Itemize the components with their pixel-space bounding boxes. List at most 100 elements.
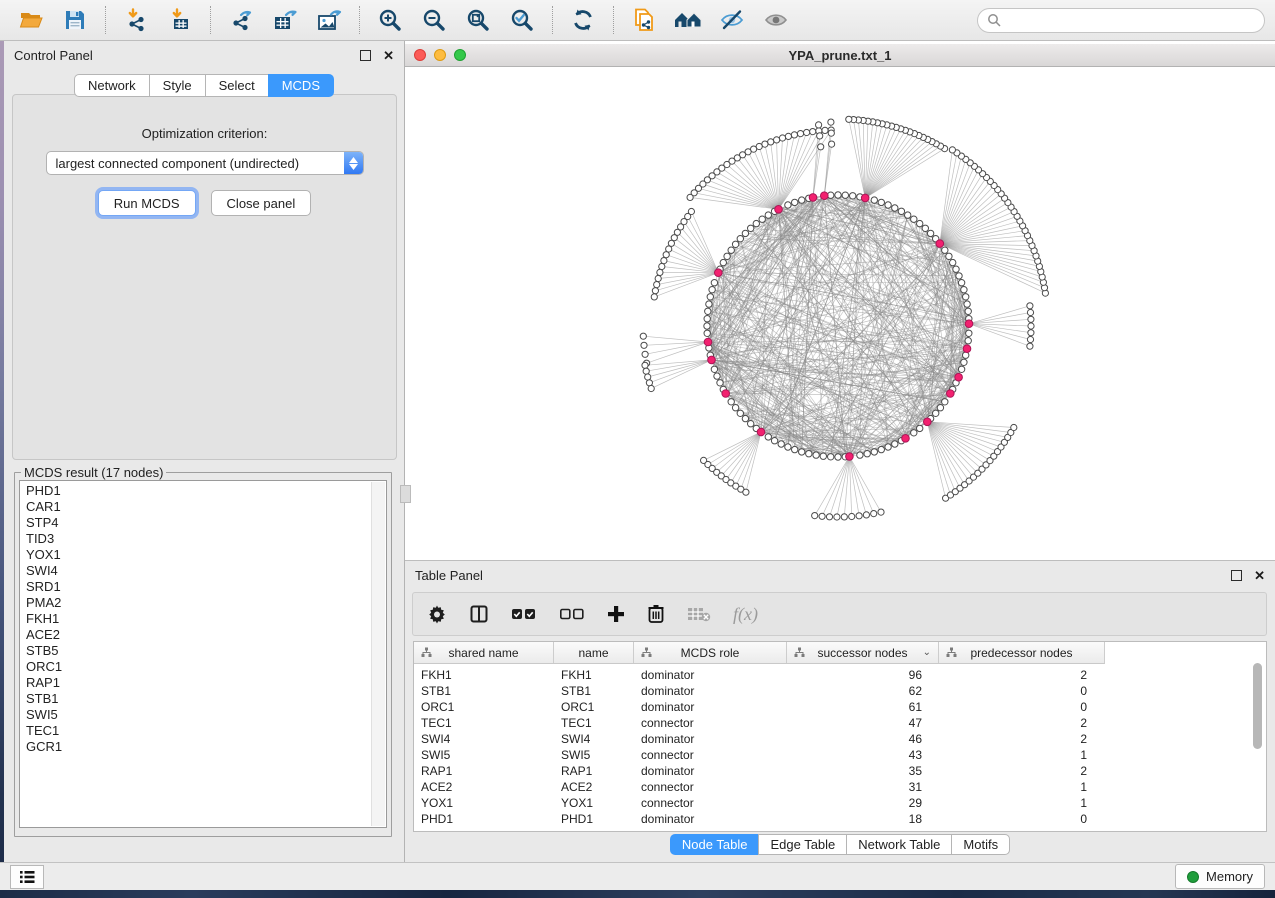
delete-row-icon[interactable] [647, 604, 665, 624]
table-scrollbar[interactable] [1252, 663, 1264, 829]
zoom-in-icon[interactable] [369, 4, 411, 36]
result-item[interactable]: TID3 [26, 531, 386, 547]
window-close-icon[interactable] [414, 49, 426, 61]
run-mcds-button[interactable]: Run MCDS [98, 190, 196, 216]
refresh-layout-icon[interactable] [562, 4, 604, 36]
result-item[interactable]: SWI5 [26, 707, 386, 723]
result-item[interactable]: STB5 [26, 643, 386, 659]
double-house-icon[interactable] [667, 4, 709, 36]
show-eye-icon[interactable] [755, 4, 797, 36]
close-panel-button[interactable]: Close panel [211, 190, 312, 216]
result-item[interactable]: CAR1 [26, 499, 386, 515]
table-row[interactable]: ORC1ORC1dominator610 [414, 699, 1266, 715]
result-item[interactable]: GCR1 [26, 739, 386, 755]
network-canvas[interactable] [405, 67, 1275, 560]
table-scrollbar-thumb[interactable] [1253, 663, 1262, 749]
table-row[interactable]: FKH1FKH1dominator962 [414, 667, 1266, 683]
task-history-button[interactable] [10, 865, 44, 889]
float-table-panel-icon[interactable] [1231, 570, 1242, 581]
result-item[interactable]: FKH1 [26, 611, 386, 627]
result-item[interactable]: ACE2 [26, 627, 386, 643]
tab-node-table[interactable]: Node Table [670, 834, 759, 855]
tab-mcds[interactable]: MCDS [268, 74, 334, 97]
import-network-icon[interactable] [115, 4, 157, 36]
cell: TEC1 [554, 716, 634, 730]
hide-eye-icon[interactable] [711, 4, 753, 36]
memory-status-icon [1187, 871, 1199, 883]
result-item[interactable]: YOX1 [26, 547, 386, 563]
table-row[interactable]: TEC1TEC1connector472 [414, 715, 1266, 731]
result-item[interactable]: PMA2 [26, 595, 386, 611]
result-item[interactable]: PHD1 [26, 483, 386, 499]
cell: ORC1 [554, 700, 634, 714]
result-item[interactable]: STP4 [26, 515, 386, 531]
table-row[interactable]: STB1STB1dominator620 [414, 683, 1266, 699]
memory-button[interactable]: Memory [1175, 864, 1265, 889]
column-header-predecessor-nodes[interactable]: predecessor nodes [939, 642, 1104, 663]
table-toolbar: f(x) [412, 592, 1267, 636]
close-panel-icon[interactable]: ✕ [383, 51, 394, 60]
tab-network[interactable]: Network [74, 74, 149, 97]
close-table-panel-icon[interactable]: ✕ [1254, 571, 1265, 580]
tab-style[interactable]: Style [149, 74, 205, 97]
deselect-all-icon[interactable] [559, 607, 585, 621]
toolbar-separator [613, 6, 614, 34]
select-all-icon[interactable] [511, 607, 537, 621]
result-item[interactable]: SRD1 [26, 579, 386, 595]
cell: 2 [939, 732, 1104, 746]
export-image-icon[interactable] [308, 4, 350, 36]
result-scrollbar[interactable] [371, 482, 385, 826]
column-header-shared-name[interactable]: shared name [414, 642, 554, 663]
tab-motifs[interactable]: Motifs [951, 834, 1010, 855]
network-titlebar[interactable]: YPA_prune.txt_1 [405, 44, 1275, 67]
result-item[interactable]: RAP1 [26, 675, 386, 691]
zoom-out-icon[interactable] [413, 4, 455, 36]
cell: FKH1 [554, 668, 634, 682]
window-zoom-icon[interactable] [454, 49, 466, 61]
network-window: YPA_prune.txt_1 [405, 41, 1275, 560]
table-row[interactable]: PHD1PHD1dominator180 [414, 811, 1266, 827]
cell: 2 [939, 668, 1104, 682]
column-header-successor-nodes[interactable]: successor nodes⌄ [787, 642, 939, 663]
tab-select[interactable]: Select [205, 74, 268, 97]
result-item[interactable]: ORC1 [26, 659, 386, 675]
cell: connector [634, 796, 787, 810]
delete-table-icon [687, 605, 711, 623]
open-folder-icon[interactable] [10, 4, 52, 36]
cell: SWI5 [554, 748, 634, 762]
result-item[interactable]: TEC1 [26, 723, 386, 739]
export-network-icon[interactable] [220, 4, 262, 36]
clone-network-icon[interactable] [623, 4, 665, 36]
window-minimize-icon[interactable] [434, 49, 446, 61]
save-session-icon[interactable] [54, 4, 96, 36]
table-row[interactable]: YOX1YOX1connector291 [414, 795, 1266, 811]
sort-desc-icon: ⌄ [923, 647, 931, 658]
zoom-fit-icon[interactable] [457, 4, 499, 36]
table-header-row: shared namenameMCDS rolesuccessor nodes⌄… [414, 642, 1105, 664]
result-item[interactable]: STB1 [26, 691, 386, 707]
panel-splitter-handle[interactable] [400, 485, 411, 503]
table-row[interactable]: ACE2ACE2connector311 [414, 779, 1266, 795]
mcds-result-group: MCDS result (17 nodes) PHD1CAR1STP4TID3Y… [14, 465, 392, 837]
show-columns-icon[interactable] [469, 604, 489, 624]
add-row-icon[interactable] [607, 605, 625, 623]
search-input[interactable] [1007, 12, 1255, 29]
table-row[interactable]: SWI5SWI5connector431 [414, 747, 1266, 763]
zoom-selected-icon[interactable] [501, 4, 543, 36]
cell: 62 [787, 684, 939, 698]
tab-network-table[interactable]: Network Table [846, 834, 951, 855]
table-row[interactable]: RAP1RAP1dominator352 [414, 763, 1266, 779]
table-row[interactable]: SWI4SWI4dominator462 [414, 731, 1266, 747]
export-table-icon[interactable] [264, 4, 306, 36]
optimization-select[interactable]: largest connected component (undirected) [46, 151, 364, 175]
import-table-icon[interactable] [159, 4, 201, 36]
table-panel: Table Panel ✕ f(x) shared namenameMCDS [405, 560, 1275, 862]
result-item[interactable]: SWI4 [26, 563, 386, 579]
cell: TEC1 [414, 716, 554, 730]
tab-edge-table[interactable]: Edge Table [758, 834, 846, 855]
cell: 96 [787, 668, 939, 682]
float-panel-icon[interactable] [360, 50, 371, 61]
column-header-MCDS-role[interactable]: MCDS role [634, 642, 787, 663]
column-header-name[interactable]: name [554, 642, 634, 663]
settings-gear-icon[interactable] [427, 604, 447, 624]
